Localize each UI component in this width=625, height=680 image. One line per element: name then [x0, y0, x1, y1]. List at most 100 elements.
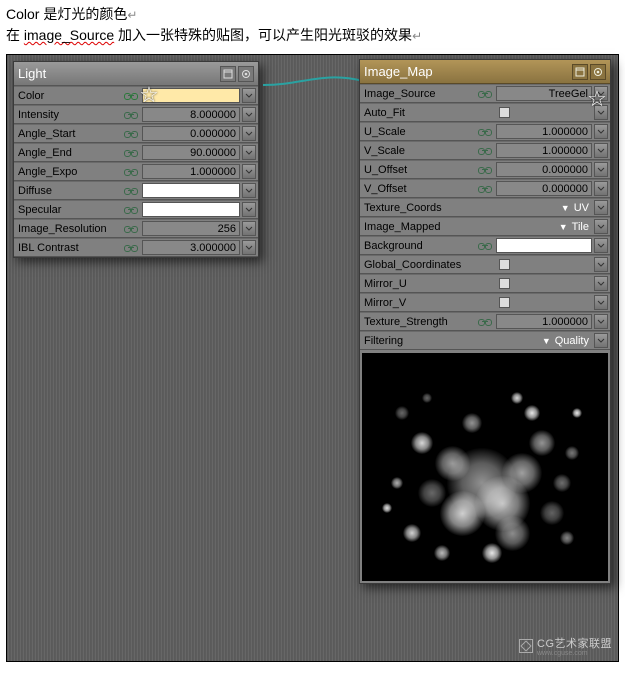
light_panel-row-angle_start: Angle_Start 0.000000: [14, 124, 258, 143]
link-icon[interactable]: [476, 148, 494, 154]
dropdown-field[interactable]: ▼Quality: [496, 333, 592, 348]
texture-preview: [362, 353, 608, 581]
checkbox-field[interactable]: [496, 257, 592, 272]
light_panel-row-ibl contrast: IBL Contrast 3.000000: [14, 238, 258, 257]
link-icon[interactable]: [476, 319, 494, 325]
number-field[interactable]: 1.000000: [142, 164, 240, 179]
map_panel-row-u_scale: U_Scale 1.000000: [360, 122, 610, 141]
row-menu-button[interactable]: [594, 200, 608, 215]
link-icon[interactable]: [122, 226, 140, 232]
map_panel-row-u_offset: U_Offset 0.000000: [360, 160, 610, 179]
row-menu-button[interactable]: [594, 162, 608, 177]
color-field[interactable]: [142, 202, 240, 217]
dropdown-field[interactable]: ▼UV: [496, 200, 592, 215]
light_panel-row-image_resolution: Image_Resolution256: [14, 219, 258, 238]
light-panel-header[interactable]: Light: [14, 62, 258, 86]
gear-icon[interactable]: [590, 64, 606, 80]
row-label: Diffuse: [14, 185, 122, 197]
link-icon[interactable]: [122, 207, 140, 213]
link-icon[interactable]: [476, 186, 494, 192]
color-field[interactable]: [142, 183, 240, 198]
number-field[interactable]: 1.000000: [496, 143, 592, 158]
checkbox-field[interactable]: [496, 276, 592, 291]
link-icon[interactable]: [122, 188, 140, 194]
number-field[interactable]: 0.000000: [496, 162, 592, 177]
color-field[interactable]: [496, 238, 592, 253]
chevron-down-icon: ▼: [542, 336, 551, 346]
row-label: U_Scale: [360, 126, 476, 138]
row-menu-button[interactable]: [594, 124, 608, 139]
row-menu-button[interactable]: [242, 202, 256, 217]
row-menu-button[interactable]: [242, 164, 256, 179]
row-menu-button[interactable]: [594, 238, 608, 253]
number-field[interactable]: 1.000000: [496, 124, 592, 139]
map-panel-header[interactable]: Image_Map: [360, 60, 610, 84]
row-menu-button[interactable]: [594, 295, 608, 310]
map_panel-row-background: Background: [360, 236, 610, 255]
map_panel-row-v_offset: V_Offset 0.000000: [360, 179, 610, 198]
panel-title: Image_Map: [364, 64, 433, 79]
row-label: Background: [360, 240, 476, 252]
star-annotation-icon: ☆: [586, 88, 608, 110]
row-menu-button[interactable]: [242, 107, 256, 122]
row-menu-button[interactable]: [594, 143, 608, 158]
link-icon[interactable]: [122, 150, 140, 156]
gear-icon[interactable]: [238, 66, 254, 82]
link-icon[interactable]: [476, 91, 494, 97]
checkbox[interactable]: [499, 297, 510, 308]
map_panel-row-auto_fit: Auto_Fit: [360, 103, 610, 122]
row-menu-button[interactable]: [594, 314, 608, 329]
number-field[interactable]: 256: [142, 221, 240, 236]
row-menu-button[interactable]: [242, 126, 256, 141]
light_panel-row-angle_expo: Angle_Expo1.000000: [14, 162, 258, 181]
checkbox-field[interactable]: [496, 295, 592, 310]
row-menu-button[interactable]: [242, 88, 256, 103]
collapse-icon[interactable]: [220, 66, 236, 82]
link-icon[interactable]: [476, 129, 494, 135]
image-map-panel: Image_Map Image_SourceTreeGelAuto_FitU_S…: [359, 59, 611, 584]
row-menu-button[interactable]: [242, 221, 256, 236]
number-field[interactable]: 0.000000: [496, 181, 592, 196]
watermark-logo-icon: [519, 639, 533, 653]
row-label: V_Offset: [360, 183, 476, 195]
checkbox[interactable]: [499, 107, 510, 118]
text-field[interactable]: TreeGel: [496, 86, 592, 101]
link-icon[interactable]: [122, 112, 140, 118]
row-label: Color: [14, 90, 122, 102]
row-menu-button[interactable]: [594, 276, 608, 291]
checkbox[interactable]: [499, 278, 510, 289]
row-label: Mirror_V: [360, 297, 476, 309]
row-menu-button[interactable]: [242, 240, 256, 255]
description-text: Color 是灯光的颜色↵ 在 image_Source 加入一张特殊的贴图，可…: [0, 0, 625, 54]
map_panel-row-mirror_v: Mirror_V: [360, 293, 610, 312]
collapse-icon[interactable]: [572, 64, 588, 80]
row-label: Angle_Start: [14, 128, 122, 140]
row-menu-button[interactable]: [594, 219, 608, 234]
link-icon[interactable]: [476, 243, 494, 249]
row-menu-button[interactable]: [242, 183, 256, 198]
row-menu-button[interactable]: [594, 181, 608, 196]
number-field[interactable]: 0.000000: [142, 126, 240, 141]
number-field[interactable]: 8.000000: [142, 107, 240, 122]
light_panel-row-angle_end: Angle_End90.00000: [14, 143, 258, 162]
link-icon[interactable]: [122, 245, 140, 251]
panel-title: Light: [18, 66, 46, 81]
link-icon[interactable]: [122, 131, 140, 137]
checkbox[interactable]: [499, 259, 510, 270]
link-icon[interactable]: [122, 169, 140, 175]
link-icon[interactable]: [476, 167, 494, 173]
light_panel-row-diffuse: Diffuse: [14, 181, 258, 200]
light-rows: ColorIntensity8.000000Angle_Start0.00000…: [14, 86, 258, 257]
row-menu-button[interactable]: [594, 257, 608, 272]
row-label: IBL Contrast: [14, 242, 122, 254]
map_panel-row-mirror_u: Mirror_U: [360, 274, 610, 293]
map_panel-row-texture_strength: Texture_Strength1.000000: [360, 312, 610, 331]
row-menu-button[interactable]: [594, 333, 608, 348]
number-field[interactable]: 1.000000: [496, 314, 592, 329]
number-field[interactable]: 3.000000: [142, 240, 240, 255]
row-label: U_Offset: [360, 164, 476, 176]
row-menu-button[interactable]: [242, 145, 256, 160]
checkbox-field[interactable]: [496, 105, 592, 120]
number-field[interactable]: 90.00000: [142, 145, 240, 160]
dropdown-field[interactable]: ▼Tile: [496, 219, 592, 234]
